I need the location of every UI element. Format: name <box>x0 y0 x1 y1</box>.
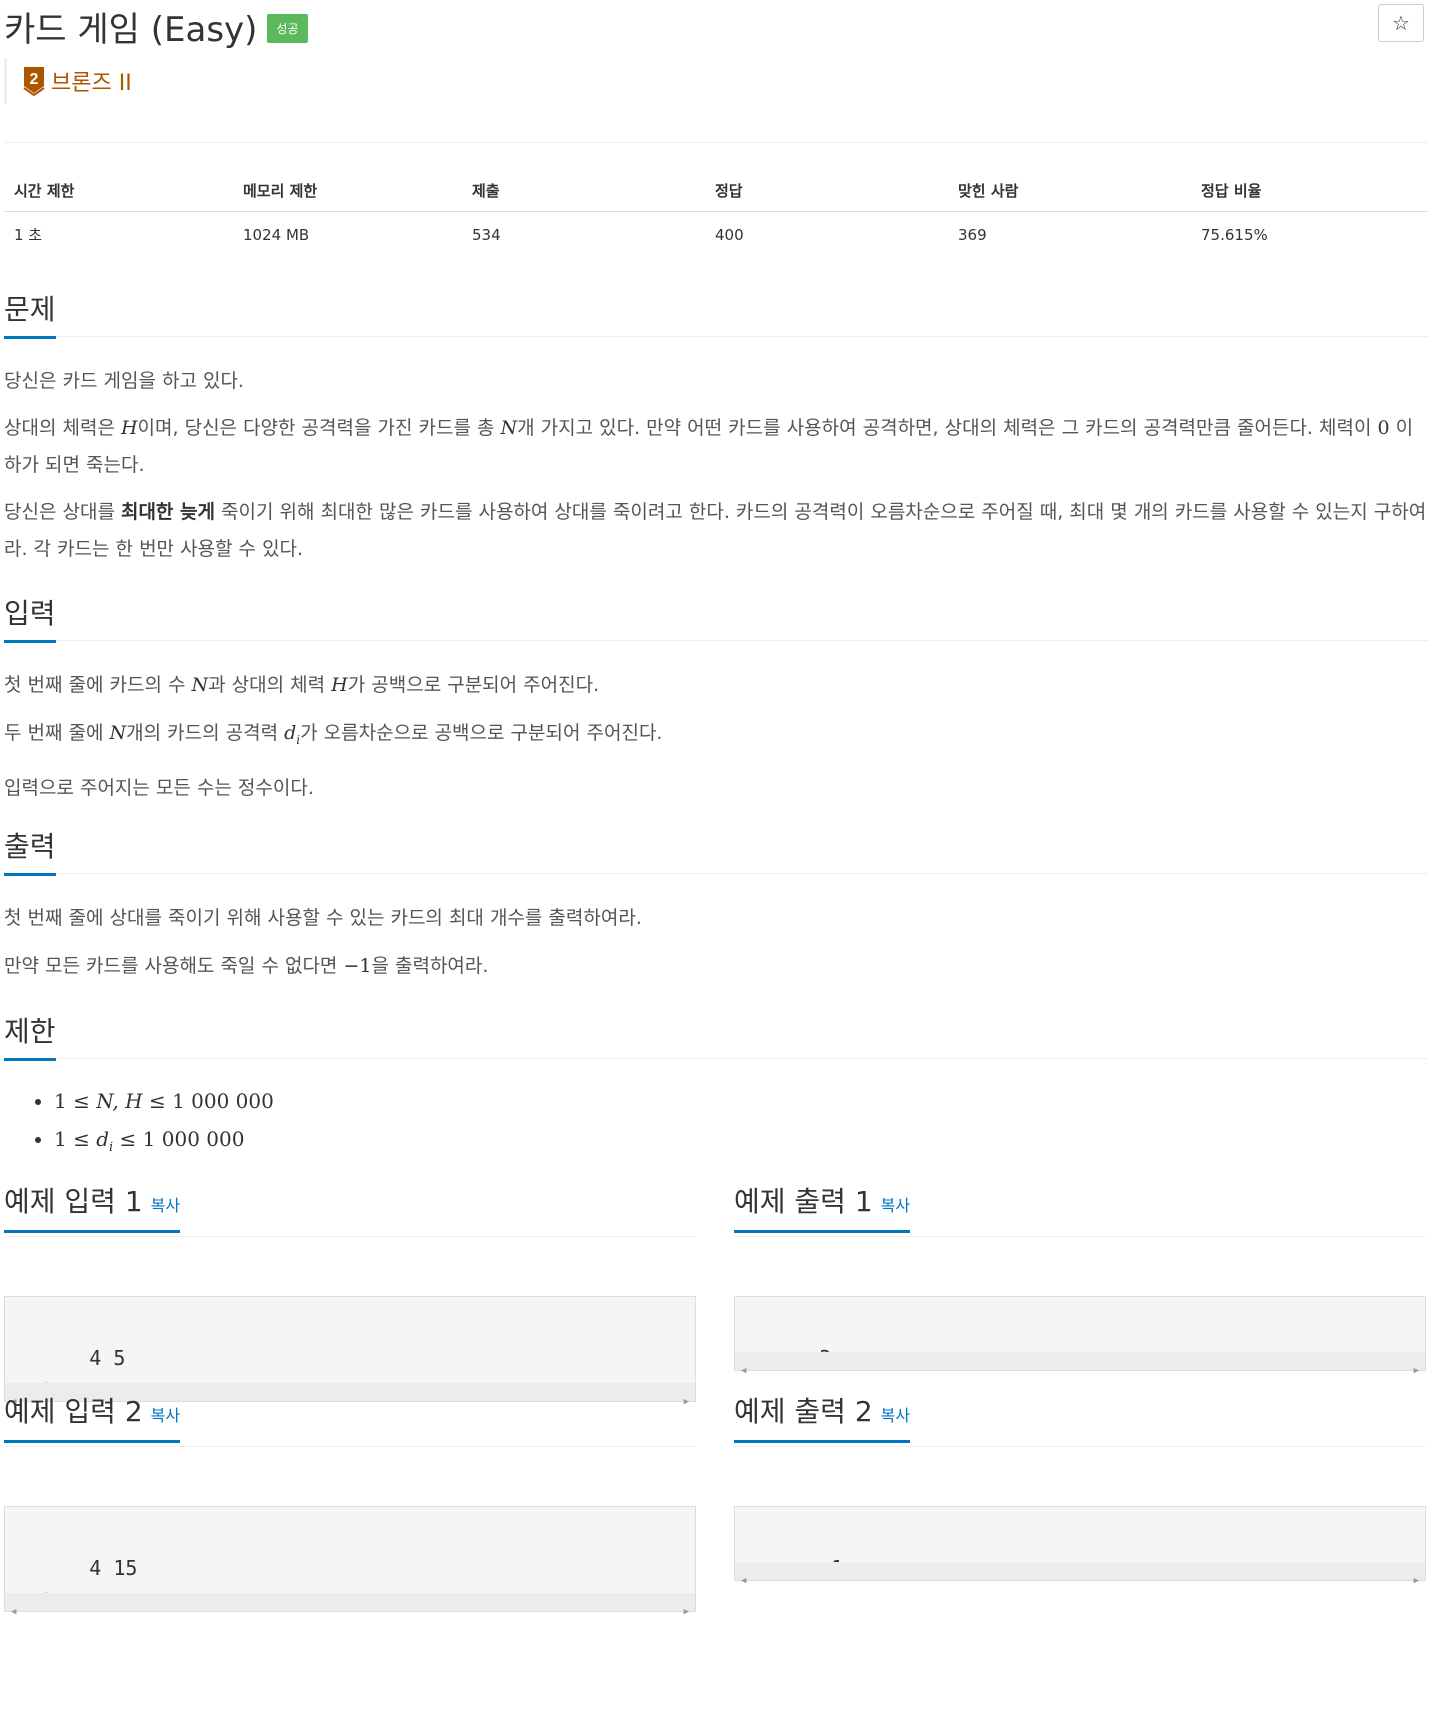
output-section: 출력 첫 번째 줄에 상대를 죽이기 위해 사용할 수 있는 카드의 최대 개수… <box>4 825 1428 985</box>
paragraph: 두 번째 줄에 N개의 카드의 공격력 di가 오름차순으로 공백으로 구분되어… <box>4 722 663 747</box>
copy-button[interactable]: 복사 <box>881 1406 910 1425</box>
section-header: 출력 <box>4 825 1428 876</box>
list-item: 1 ≤ di ≤ 1 000 000 <box>54 1120 1428 1167</box>
problem-info-table: 시간 제한 메모리 제한 제출 정답 맞힌 사람 정답 비율 1 초 1024 … <box>4 170 1428 257</box>
paragraph: 첫 번째 줄에 상대를 죽이기 위해 사용할 수 있는 카드의 최대 개수를 출… <box>4 907 642 929</box>
sample-code-block[interactable]: 4 5 1 2 4 5 ◀ ▶ <box>4 1296 696 1407</box>
tier-number: 2 <box>30 71 39 88</box>
input-section: 입력 첫 번째 줄에 카드의 수 N과 상대의 체력 H가 공백으로 구분되어 … <box>4 592 1428 807</box>
horizontal-scrollbar[interactable]: ◀ ▶ <box>735 1562 1425 1586</box>
divider <box>4 142 1428 143</box>
tier-label[interactable]: 브론즈 II <box>51 65 132 97</box>
horizontal-scrollbar[interactable]: ◀ ▶ <box>5 1593 695 1617</box>
title-row: 카드 게임 (Easy) 성공 <box>4 4 308 50</box>
scroll-right-icon[interactable]: ▶ <box>1414 1565 1419 1598</box>
value-accepted[interactable]: 400 <box>705 212 948 258</box>
sample-title: 예제 출력 1 복사 <box>734 1180 911 1233</box>
problem-section: 문제 당신은 카드 게임을 하고 있다. 상대의 체력은 H이며, 당신은 다양… <box>4 288 1428 568</box>
horizontal-scrollbar[interactable]: ◀ ▶ <box>735 1352 1425 1376</box>
section-title: 출력 <box>4 825 56 876</box>
scroll-left-icon[interactable]: ◀ <box>11 1596 16 1629</box>
paragraph: 당신은 상대를 최대한 늦게 죽이기 위해 최대한 많은 카드를 사용하여 상대… <box>4 501 1427 560</box>
sample-title: 예제 입력 1 복사 <box>4 1180 181 1233</box>
bronze-tier-icon: 2 <box>23 66 45 97</box>
sample-header: 예제 출력 2 복사 <box>734 1390 1426 1447</box>
scroll-right-icon[interactable]: ▶ <box>684 1596 689 1629</box>
output-description: 첫 번째 줄에 상대를 죽이기 위해 사용할 수 있는 카드의 최대 개수를 출… <box>4 900 1428 985</box>
sample-header: 예제 입력 1 복사 <box>4 1180 696 1237</box>
copy-button[interactable]: 복사 <box>881 1196 910 1215</box>
sample-input-1: 예제 입력 1복사 4 5 1 2 4 5 ◀ ▶ <box>4 1180 696 1407</box>
header-accepted: 정답 <box>705 170 948 212</box>
section-header: 문제 <box>4 288 1428 339</box>
paragraph: 만약 모든 카드를 사용해도 죽일 수 없다면 −1을 출력하여라. <box>4 955 489 977</box>
section-title: 문제 <box>4 288 56 339</box>
section-title: 입력 <box>4 592 56 643</box>
sample-header: 예제 출력 1 복사 <box>734 1180 1426 1237</box>
header-solved-users: 맞힌 사람 <box>948 170 1191 212</box>
value-time-limit: 1 초 <box>14 226 43 244</box>
sample-code-block[interactable]: 3 ◀ ▶ <box>734 1296 1426 1376</box>
star-button[interactable]: ☆ <box>1378 4 1424 42</box>
status-badge: 성공 <box>267 13 308 43</box>
header-submissions: 제출 <box>462 170 705 212</box>
scroll-left-icon[interactable]: ◀ <box>741 1565 746 1598</box>
tier-row: 2 브론즈 II <box>4 58 132 104</box>
limits-list: 1 ≤ N, H ≤ 1 000 000 1 ≤ di ≤ 1 000 000 <box>4 1082 1428 1167</box>
value-submissions[interactable]: 534 <box>462 212 705 258</box>
value-memory-limit: 1024 MB <box>243 225 310 244</box>
value-accept-ratio: 75.615% <box>1201 225 1268 244</box>
sample-title: 예제 출력 2 복사 <box>734 1390 911 1443</box>
info-value-row: 1 초 1024 MB 534 400 369 75.615% <box>4 212 1428 258</box>
sample-code-block[interactable]: 4 15 1 2 4 5 ◀ ▶ <box>4 1506 696 1617</box>
paragraph: 당신은 카드 게임을 하고 있다. <box>4 370 244 392</box>
section-header: 제한 <box>4 1010 1428 1061</box>
star-icon: ☆ <box>1392 11 1410 35</box>
header-memory-limit: 메모리 제한 <box>233 170 462 212</box>
section-header: 입력 <box>4 592 1428 643</box>
sample-output-1: 예제 출력 1복사 3 ◀ ▶ <box>734 1180 1426 1376</box>
paragraph: 첫 번째 줄에 카드의 수 N과 상대의 체력 H가 공백으로 구분되어 주어진… <box>4 674 600 696</box>
sample-header: 예제 입력 2 복사 <box>4 1390 696 1447</box>
value-solved-users[interactable]: 369 <box>948 212 1191 258</box>
limits-list-wrap: 1 ≤ N, H ≤ 1 000 000 1 ≤ di ≤ 1 000 000 <box>4 1082 1428 1167</box>
list-item: 1 ≤ N, H ≤ 1 000 000 <box>54 1082 1428 1120</box>
sample-input-2: 예제 입력 2복사 4 15 1 2 4 5 ◀ ▶ <box>4 1390 696 1617</box>
problem-description: 당신은 카드 게임을 하고 있다. 상대의 체력은 H이며, 당신은 다양한 공… <box>4 363 1428 568</box>
scroll-right-icon[interactable]: ▶ <box>1414 1355 1419 1388</box>
copy-button[interactable]: 복사 <box>151 1196 180 1215</box>
header-time-limit: 시간 제한 <box>4 170 233 212</box>
copy-button[interactable]: 복사 <box>151 1406 180 1425</box>
sample-title: 예제 입력 2 복사 <box>4 1390 181 1443</box>
sample-code-block[interactable]: -1 ◀ ▶ <box>734 1506 1426 1586</box>
info-header-row: 시간 제한 메모리 제한 제출 정답 맞힌 사람 정답 비율 <box>4 170 1428 212</box>
limits-section: 제한 1 ≤ N, H ≤ 1 000 000 1 ≤ di ≤ 1 000 0… <box>4 1010 1428 1167</box>
problem-title: 카드 게임 (Easy) <box>4 9 258 50</box>
paragraph: 입력으로 주어지는 모든 수는 정수이다. <box>4 776 314 799</box>
paragraph: 상대의 체력은 H이며, 당신은 다양한 공격력을 가진 카드를 총 N개 가지… <box>4 417 1414 476</box>
header-accept-ratio: 정답 비율 <box>1191 170 1428 212</box>
input-description: 첫 번째 줄에 카드의 수 N과 상대의 체력 H가 공백으로 구분되어 주어진… <box>4 667 1428 807</box>
scroll-left-icon[interactable]: ◀ <box>741 1355 746 1388</box>
sample-output-2: 예제 출력 2복사 -1 ◀ ▶ <box>734 1390 1426 1590</box>
section-title: 제한 <box>4 1010 56 1061</box>
